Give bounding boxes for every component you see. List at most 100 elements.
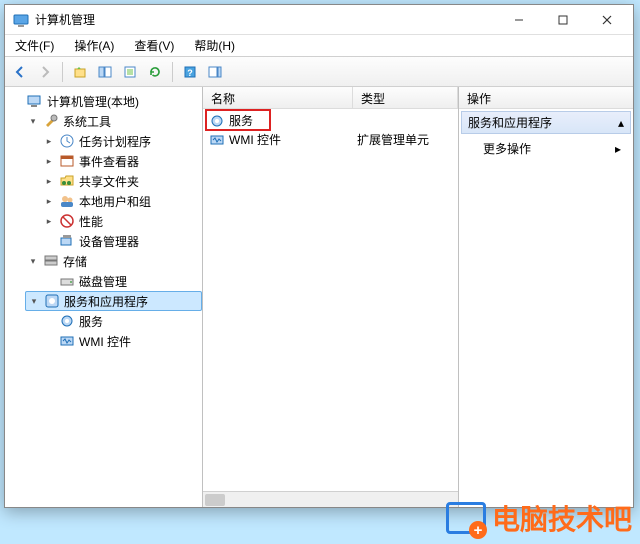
tree-node-label: 任务计划程序 [79, 133, 151, 150]
event-icon [59, 153, 75, 169]
list-row-wmi[interactable]: WMI 控件 扩展管理单元 [203, 130, 458, 149]
tools-icon [43, 113, 59, 129]
list-cell-name: WMI 控件 [229, 131, 281, 148]
tree-node-label: 存储 [63, 253, 87, 270]
toolbar-separator [62, 62, 63, 82]
device-icon [59, 233, 75, 249]
actions-pane-header: 操作 [459, 87, 633, 109]
actions-pane: 操作 服务和应用程序 ▴ 更多操作 ▸ [459, 87, 633, 507]
tree-node-label: 计算机管理(本地) [47, 93, 139, 110]
toolbar-separator [172, 62, 173, 82]
chevron-right-icon: ▸ [615, 142, 621, 156]
svg-text:?: ? [187, 68, 193, 78]
list-cell-type: 扩展管理单元 [353, 131, 458, 148]
wmi-icon [209, 132, 225, 148]
services-apps-icon [44, 293, 60, 309]
spacer [43, 315, 55, 327]
menu-action[interactable]: 操作(A) [70, 35, 118, 56]
app-icon [13, 12, 29, 28]
tree-node-label: 磁盘管理 [79, 273, 127, 290]
window-title: 计算机管理 [35, 11, 497, 28]
show-hide-tree-button[interactable] [94, 61, 116, 83]
chevron-right-icon[interactable]: ▸ [43, 215, 55, 227]
chevron-down-icon [11, 95, 23, 107]
tree-node-shared-folders[interactable]: ▸ 共享文件夹 [41, 171, 202, 191]
tree-pane[interactable]: 计算机管理(本地) ▾ 系统工具 ▸ [5, 87, 203, 507]
tree-node-services[interactable]: 服务 [41, 311, 202, 331]
content-area: 计算机管理(本地) ▾ 系统工具 ▸ [5, 87, 633, 507]
tree-node-services-apps[interactable]: ▾ 服务和应用程序 [25, 291, 202, 311]
list-cell-name: 服务 [229, 112, 253, 129]
chevron-down-icon[interactable]: ▾ [28, 295, 40, 307]
storage-icon [43, 253, 59, 269]
tree-node-label: 系统工具 [63, 113, 111, 130]
horizontal-scrollbar[interactable] [203, 491, 458, 507]
refresh-button[interactable] [144, 61, 166, 83]
wmi-icon [59, 333, 75, 349]
tree-node-performance[interactable]: ▸ 性能 [41, 211, 202, 231]
chevron-down-icon[interactable]: ▾ [27, 255, 39, 267]
scrollbar-thumb[interactable] [205, 494, 225, 506]
close-button[interactable] [585, 6, 629, 34]
tree-node-label: 本地用户和组 [79, 193, 151, 210]
tree-node-root[interactable]: 计算机管理(本地) [9, 91, 202, 111]
list-body[interactable]: 服务 WMI 控件 扩展管理单元 [203, 109, 458, 491]
help-button[interactable]: ? [179, 61, 201, 83]
computer-management-window: 计算机管理 文件(F) 操作(A) 查看(V) 帮助(H) [4, 4, 634, 508]
chevron-right-icon[interactable]: ▸ [43, 135, 55, 147]
tree-node-label: 事件查看器 [79, 153, 139, 170]
tree-node-label: WMI 控件 [79, 333, 131, 350]
back-button[interactable] [9, 61, 31, 83]
performance-icon [59, 213, 75, 229]
tree-node-event-viewer[interactable]: ▸ 事件查看器 [41, 151, 202, 171]
clock-icon [59, 133, 75, 149]
tree-node-task-scheduler[interactable]: ▸ 任务计划程序 [41, 131, 202, 151]
menu-view[interactable]: 查看(V) [130, 35, 178, 56]
chevron-right-icon[interactable]: ▸ [43, 195, 55, 207]
tree-node-disk-management[interactable]: 磁盘管理 [41, 271, 202, 291]
tree-node-system-tools[interactable]: ▾ 系统工具 [25, 111, 202, 131]
action-item-label: 更多操作 [483, 140, 531, 157]
column-header-type[interactable]: 类型 [353, 87, 458, 108]
titlebar: 计算机管理 [5, 5, 633, 35]
spacer [43, 275, 55, 287]
gear-icon [59, 313, 75, 329]
shared-folder-icon [59, 173, 75, 189]
menu-help[interactable]: 帮助(H) [190, 35, 239, 56]
tree-node-label: 服务 [79, 313, 103, 330]
tree-node-label: 设备管理器 [79, 233, 139, 250]
list-header: 名称 类型 [203, 87, 458, 109]
gear-icon [209, 113, 225, 129]
column-header-name[interactable]: 名称 [203, 87, 353, 108]
tree-node-storage[interactable]: ▾ 存储 [25, 251, 202, 271]
chevron-down-icon[interactable]: ▾ [27, 115, 39, 127]
list-row-services[interactable]: 服务 [203, 111, 458, 130]
collapse-icon: ▴ [618, 116, 624, 130]
tree-node-label: 共享文件夹 [79, 173, 139, 190]
list-pane: 名称 类型 服务 WMI 控件 扩展管理单元 [203, 87, 459, 507]
toolbar: ? [5, 57, 633, 87]
up-button[interactable] [69, 61, 91, 83]
menubar: 文件(F) 操作(A) 查看(V) 帮助(H) [5, 35, 633, 57]
menu-file[interactable]: 文件(F) [11, 35, 58, 56]
tree-node-label: 性能 [79, 213, 103, 230]
spacer [43, 235, 55, 247]
computer-icon [27, 93, 43, 109]
users-icon [59, 193, 75, 209]
maximize-button[interactable] [541, 6, 585, 34]
spacer [43, 335, 55, 347]
tree-node-wmi-control[interactable]: WMI 控件 [41, 331, 202, 351]
disk-icon [59, 273, 75, 289]
action-more[interactable]: 更多操作 ▸ [459, 136, 633, 161]
actions-group-title: 服务和应用程序 [468, 114, 552, 131]
minimize-button[interactable] [497, 6, 541, 34]
chevron-right-icon[interactable]: ▸ [43, 175, 55, 187]
show-hide-action-pane-button[interactable] [204, 61, 226, 83]
tree-node-label: 服务和应用程序 [64, 293, 148, 310]
chevron-right-icon[interactable]: ▸ [43, 155, 55, 167]
tree-node-local-users[interactable]: ▸ 本地用户和组 [41, 191, 202, 211]
properties-button[interactable] [119, 61, 141, 83]
actions-group-header[interactable]: 服务和应用程序 ▴ [461, 111, 631, 134]
forward-button[interactable] [34, 61, 56, 83]
tree-node-device-manager[interactable]: 设备管理器 [41, 231, 202, 251]
